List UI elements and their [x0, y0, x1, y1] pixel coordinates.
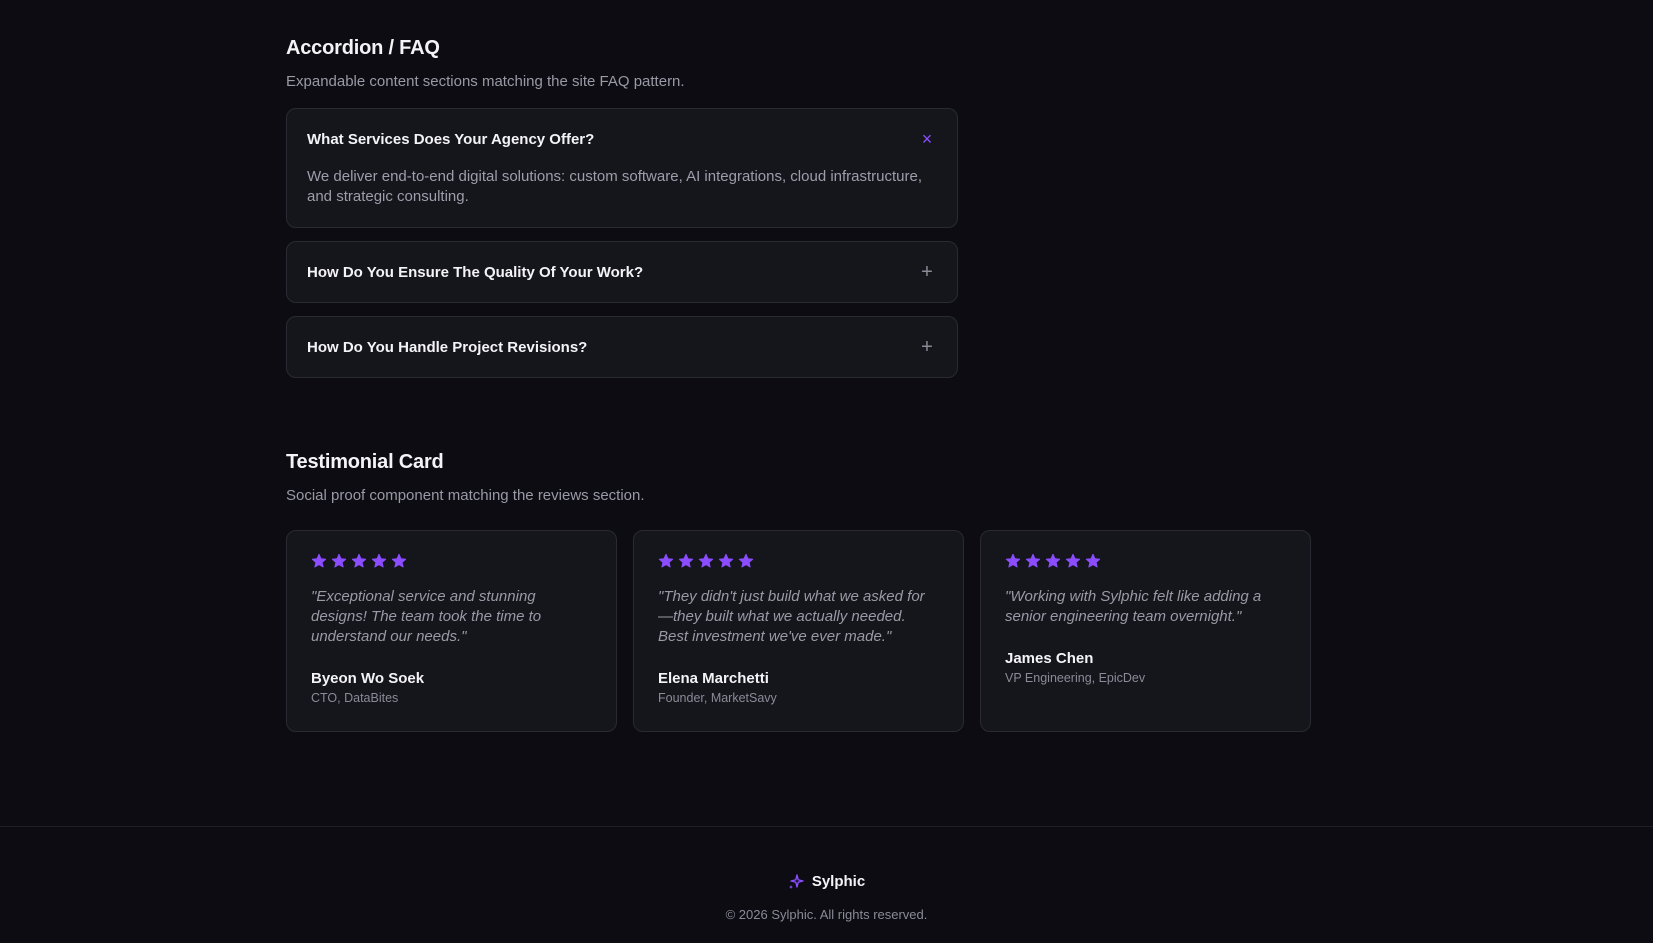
star-icon: [698, 553, 714, 568]
testimonial-quote: "Working with Sylphic felt like adding a…: [1005, 588, 1262, 625]
accordion-header[interactable]: How Do You Ensure The Quality Of Your Wo…: [307, 242, 937, 302]
copyright: © 2026 Sylphic. All rights reserved.: [725, 906, 928, 922]
brand-name: Sylphic: [811, 873, 866, 890]
testimonial-card: "They didn't just build what we asked fo…: [633, 530, 964, 732]
star-icon: [371, 553, 387, 568]
accordion-question: How Do You Handle Project Revisions?: [307, 338, 588, 356]
footer: Sylphic © 2026 Sylphic. All rights reser…: [0, 873, 1653, 922]
plus-icon[interactable]: +: [917, 262, 937, 282]
star-rating: [1005, 553, 1286, 573]
accordion-item: How Do You Ensure The Quality Of Your Wo…: [286, 241, 958, 303]
star-rating: [311, 553, 592, 573]
star-icon: [678, 553, 694, 568]
accordion-header[interactable]: How Do You Handle Project Revisions? +: [307, 317, 937, 377]
author-role: CTO, DataBites: [311, 691, 399, 705]
accordion-answer: We deliver end-to-end digital solutions:…: [307, 168, 923, 205]
accordion-item: What Services Does Your Agency Offer? × …: [286, 108, 958, 228]
sparkle-icon: [788, 873, 804, 889]
star-icon: [718, 553, 734, 568]
footer-brand[interactable]: Sylphic: [788, 873, 865, 890]
testimonial-cards: "Exceptional service and stunning design…: [286, 530, 1311, 732]
section-title: Testimonial Card: [286, 451, 444, 473]
author: James Chen VP Engineering, EpicDev: [1005, 649, 1286, 686]
close-icon[interactable]: ×: [917, 129, 937, 149]
testimonial-quote: "They didn't just build what we asked fo…: [658, 588, 925, 645]
page: Accordion / FAQ Expandable content secti…: [0, 0, 1653, 943]
accordion: What Services Does Your Agency Offer? × …: [286, 108, 958, 378]
star-icon: [391, 553, 407, 568]
author-role: VP Engineering, EpicDev: [1005, 671, 1146, 685]
section-title: Accordion / FAQ: [286, 37, 440, 59]
accordion-header[interactable]: What Services Does Your Agency Offer? ×: [307, 109, 937, 169]
author-name: Byeon Wo Soek: [311, 670, 425, 687]
star-icon: [351, 553, 367, 568]
author-role: Founder, MarketSavy: [658, 691, 777, 705]
testimonial-card: "Exceptional service and stunning design…: [286, 530, 617, 732]
accordion-question: How Do You Ensure The Quality Of Your Wo…: [307, 263, 644, 281]
accordion-item: How Do You Handle Project Revisions? +: [286, 316, 958, 378]
star-icon: [1005, 553, 1021, 568]
star-icon: [1025, 553, 1041, 568]
star-icon: [658, 553, 674, 568]
accordion-question: What Services Does Your Agency Offer?: [307, 130, 595, 148]
author: Byeon Wo Soek CTO, DataBites: [311, 669, 592, 706]
star-rating: [658, 553, 939, 573]
author-name: James Chen: [1005, 650, 1094, 667]
section-subtitle: Expandable content sections matching the…: [286, 73, 685, 90]
star-icon: [738, 553, 754, 568]
testimonial-quote: "Exceptional service and stunning design…: [311, 588, 542, 645]
author-name: Elena Marchetti: [658, 670, 769, 687]
accordion-section: Accordion / FAQ Expandable content secti…: [286, 34, 958, 391]
author: Elena Marchetti Founder, MarketSavy: [658, 669, 939, 706]
testimonial-section: Testimonial Card Social proof component …: [286, 448, 1311, 732]
star-icon: [1045, 553, 1061, 568]
footer-divider: [0, 826, 1653, 827]
star-icon: [311, 553, 327, 568]
section-subtitle: Social proof component matching the revi…: [286, 487, 645, 504]
testimonial-card: "Working with Sylphic felt like adding a…: [980, 530, 1311, 732]
star-icon: [1065, 553, 1081, 568]
star-icon: [1085, 553, 1101, 568]
star-icon: [331, 553, 347, 568]
plus-icon[interactable]: +: [917, 337, 937, 357]
